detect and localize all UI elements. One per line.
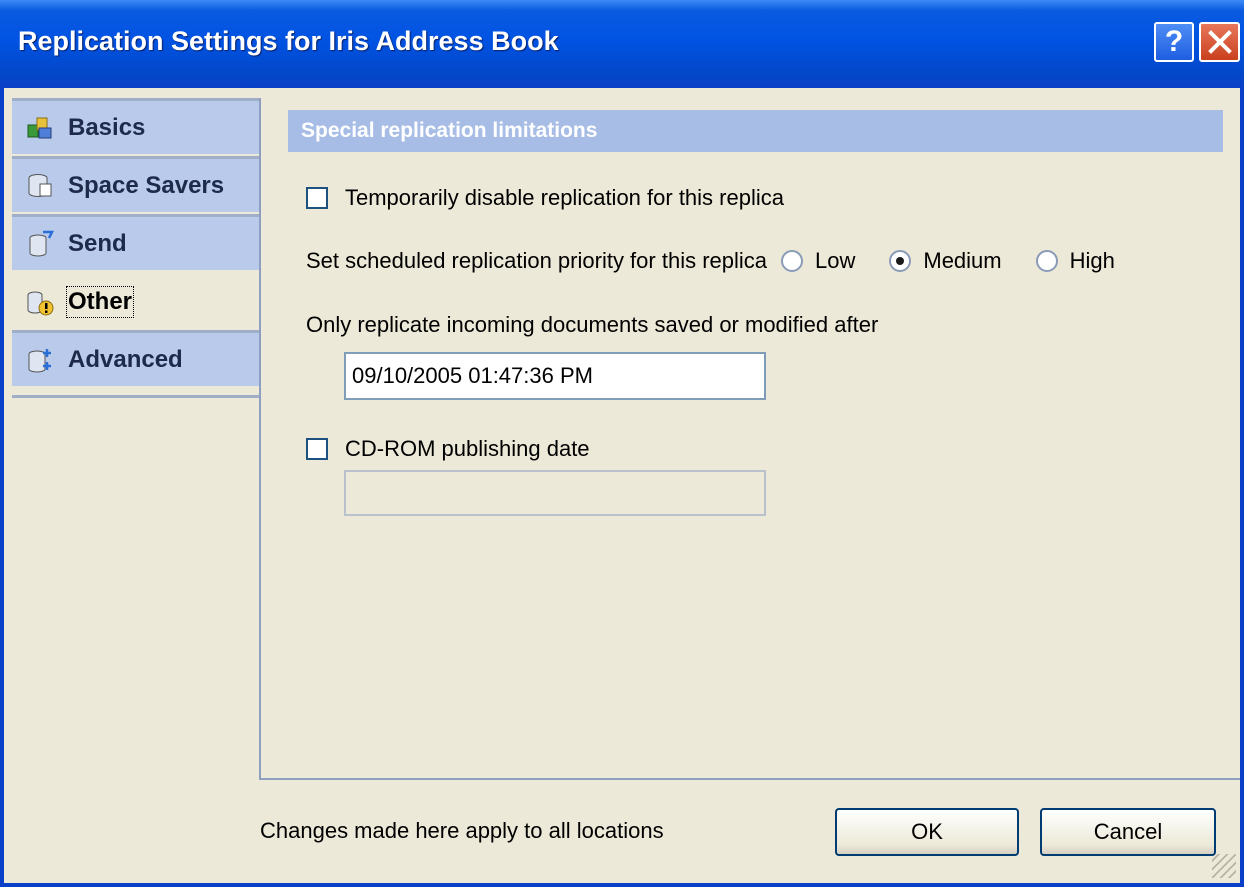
sidebar-item-space-savers[interactable]: Space Savers [12,156,259,212]
sidebar-item-label: Send [68,229,127,257]
sidebar-item-advanced[interactable]: Advanced [12,330,259,386]
other-icon [24,286,56,318]
space-savers-icon [24,170,56,202]
priority-row: Set scheduled replication priority for t… [306,248,1115,274]
cancel-button[interactable]: Cancel [1040,808,1216,856]
sidebar-item-basics[interactable]: Basics [12,98,259,154]
priority-medium-label[interactable]: Medium [923,248,1001,274]
priority-medium-radio[interactable] [889,250,912,272]
priority-low-radio[interactable] [781,250,804,272]
priority-high-label[interactable]: High [1070,248,1115,274]
priority-low-label[interactable]: Low [815,248,855,274]
help-button[interactable]: ? [1154,22,1194,62]
footer-note: Changes made here apply to all locations [260,818,664,843]
close-icon [1207,30,1232,54]
advanced-icon [24,344,56,376]
incoming-date-input[interactable]: 09/10/2005 01:47:36 PM [344,352,766,400]
incoming-label: Only replicate incoming documents saved … [306,312,879,337]
sidebar-item-label: Basics [68,113,146,141]
basics-icon [24,112,56,144]
sidebar-nav: Basics Space Savers Send Other Advanced [12,98,261,388]
sidebar-item-other[interactable]: Other [12,272,261,328]
incoming-label-row: Only replicate incoming documents saved … [306,312,878,338]
nav-divider [12,395,259,398]
priority-high-radio[interactable] [1035,250,1058,272]
priority-label: Set scheduled replication priority for t… [306,248,768,273]
radio-selected-dot [896,257,905,265]
window-title: Replication Settings for Iris Address Bo… [18,26,559,56]
disable-replication-row[interactable]: Temporarily disable replication for this… [306,185,784,211]
close-button[interactable] [1199,22,1240,62]
title-bar[interactable]: Replication Settings for Iris Address Bo… [0,0,1244,88]
cdrom-checkbox[interactable] [306,438,328,460]
section-header: Special replication limitations [288,110,1223,152]
resize-grip-icon[interactable] [1212,854,1236,878]
disable-replication-checkbox[interactable] [306,187,328,209]
send-icon [24,228,56,260]
sidebar-item-label: Space Savers [68,171,225,199]
cdrom-label: CD-ROM publishing date [345,436,590,461]
sidebar-item-label: Other [65,285,135,318]
cdrom-date-input[interactable] [344,470,766,516]
sidebar-item-send[interactable]: Send [12,214,259,270]
cdrom-row[interactable]: CD-ROM publishing date [306,436,590,462]
disable-replication-label: Temporarily disable replication for this… [345,185,784,210]
ok-button[interactable]: OK [835,808,1019,856]
sidebar-item-label: Advanced [68,345,183,373]
